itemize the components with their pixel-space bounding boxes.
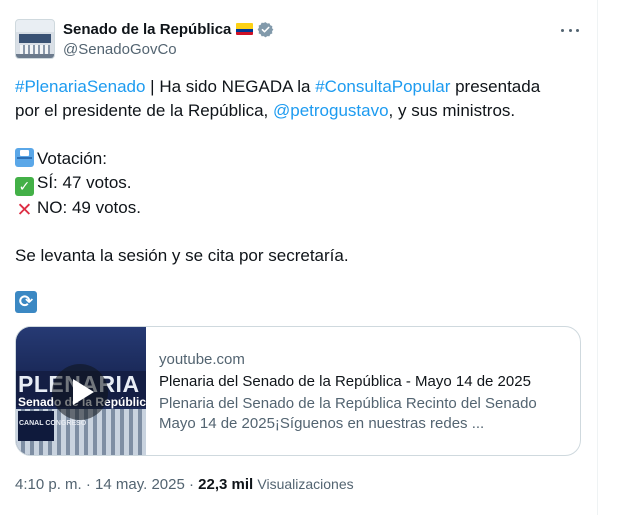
cross-mark-icon: ✕ bbox=[16, 200, 33, 221]
colombia-flag-icon bbox=[236, 23, 254, 35]
check-mark-icon: ✓ bbox=[15, 177, 34, 196]
yes-votes-line: ✓ SÍ: 47 votos. bbox=[15, 171, 575, 196]
link-card[interactable]: PLENARIA Senado de la República CANAL CO… bbox=[15, 326, 581, 456]
views-count[interactable]: 22,3 mil bbox=[198, 476, 253, 493]
hashtag-consultapopular[interactable]: #ConsultaPopular bbox=[315, 77, 450, 96]
separator: · bbox=[85, 476, 91, 493]
text-line: por el presidente de la República, @petr… bbox=[15, 99, 575, 123]
card-description: Plenaria del Senado de la República Reci… bbox=[159, 395, 537, 432]
tweet: Senado de la República @SenadoGovCo #Ple… bbox=[0, 0, 597, 515]
author-handle[interactable]: @SenadoGovCo bbox=[63, 41, 177, 58]
tweet-date[interactable]: 14 may. 2025 bbox=[95, 476, 185, 493]
card-title[interactable]: Plenaria del Senado de la República - Ma… bbox=[159, 371, 569, 393]
repeat-icon: ⟳ bbox=[15, 291, 37, 313]
vote-label: Votación: bbox=[37, 149, 107, 168]
hashtag-plenariasenado[interactable]: #PlenariaSenado bbox=[15, 77, 145, 96]
tweet-footer: 4:10 p. m. · 14 may. 2025 · 22,3 mil Vis… bbox=[15, 476, 354, 493]
avatar[interactable] bbox=[15, 19, 55, 59]
text-fragment: por el presidente de la República, bbox=[15, 101, 273, 120]
column-divider bbox=[597, 0, 598, 515]
text-fragment: presentada bbox=[450, 77, 541, 96]
yes-votes: SÍ: 47 votos. bbox=[37, 173, 132, 192]
play-icon[interactable] bbox=[52, 364, 108, 420]
closing-line: Se levanta la sesión y se cita por secre… bbox=[15, 246, 349, 265]
tweet-header: Senado de la República @SenadoGovCo bbox=[15, 17, 585, 63]
video-thumbnail[interactable]: PLENARIA Senado de la República CANAL CO… bbox=[16, 327, 146, 455]
separator: · bbox=[189, 476, 194, 493]
ballot-box-icon bbox=[15, 148, 34, 167]
tweet-text: #PlenariaSenado | Ha sido NEGADA la #Con… bbox=[15, 75, 575, 268]
no-votes: NO: 49 votos. bbox=[37, 198, 141, 217]
verified-badge-icon[interactable] bbox=[257, 21, 274, 38]
thumbnail-channel-chip: CANAL CONGRESO bbox=[19, 420, 87, 427]
author-name[interactable]: Senado de la República bbox=[63, 21, 231, 38]
tweet-time[interactable]: 4:10 p. m. bbox=[15, 476, 82, 493]
card-info: youtube.com Plenaria del Senado de la Re… bbox=[159, 349, 569, 434]
text-fragment: , y sus ministros. bbox=[388, 101, 516, 120]
mention-petrogustavo[interactable]: @petrogustavo bbox=[273, 101, 389, 120]
views-label: Visualizaciones bbox=[257, 476, 354, 492]
text-line: #PlenariaSenado | Ha sido NEGADA la #Con… bbox=[15, 75, 575, 99]
author-name-row: Senado de la República bbox=[63, 19, 274, 39]
vote-label-line: Votación: bbox=[15, 147, 575, 171]
card-domain: youtube.com bbox=[159, 351, 245, 368]
text-fragment: | Ha sido NEGADA la bbox=[145, 77, 316, 96]
no-votes-line: ✕ NO: 49 votos. bbox=[15, 196, 575, 220]
more-options-icon[interactable] bbox=[561, 21, 579, 39]
